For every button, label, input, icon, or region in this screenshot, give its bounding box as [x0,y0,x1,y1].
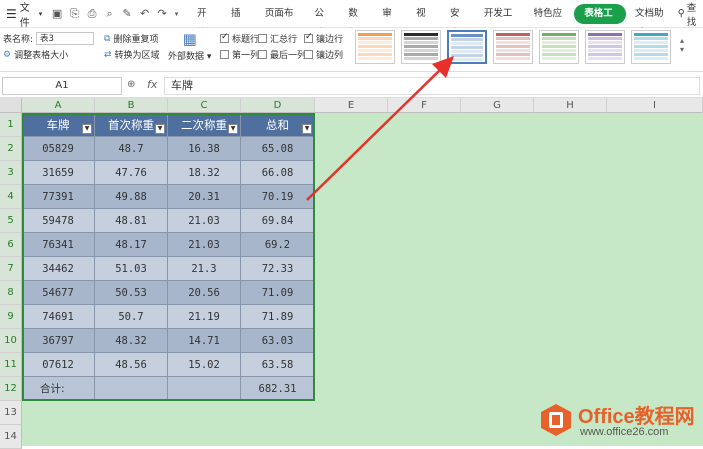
watermark-url: www.office26.com [580,426,669,438]
annotation-arrow [306,56,454,201]
watermark-logo: Office教程网 www.office26.com [534,396,703,446]
watermark-brand: Office教程网 [578,406,695,428]
office-logo-icon [541,404,571,436]
annotation-arrow-line [306,66,444,201]
